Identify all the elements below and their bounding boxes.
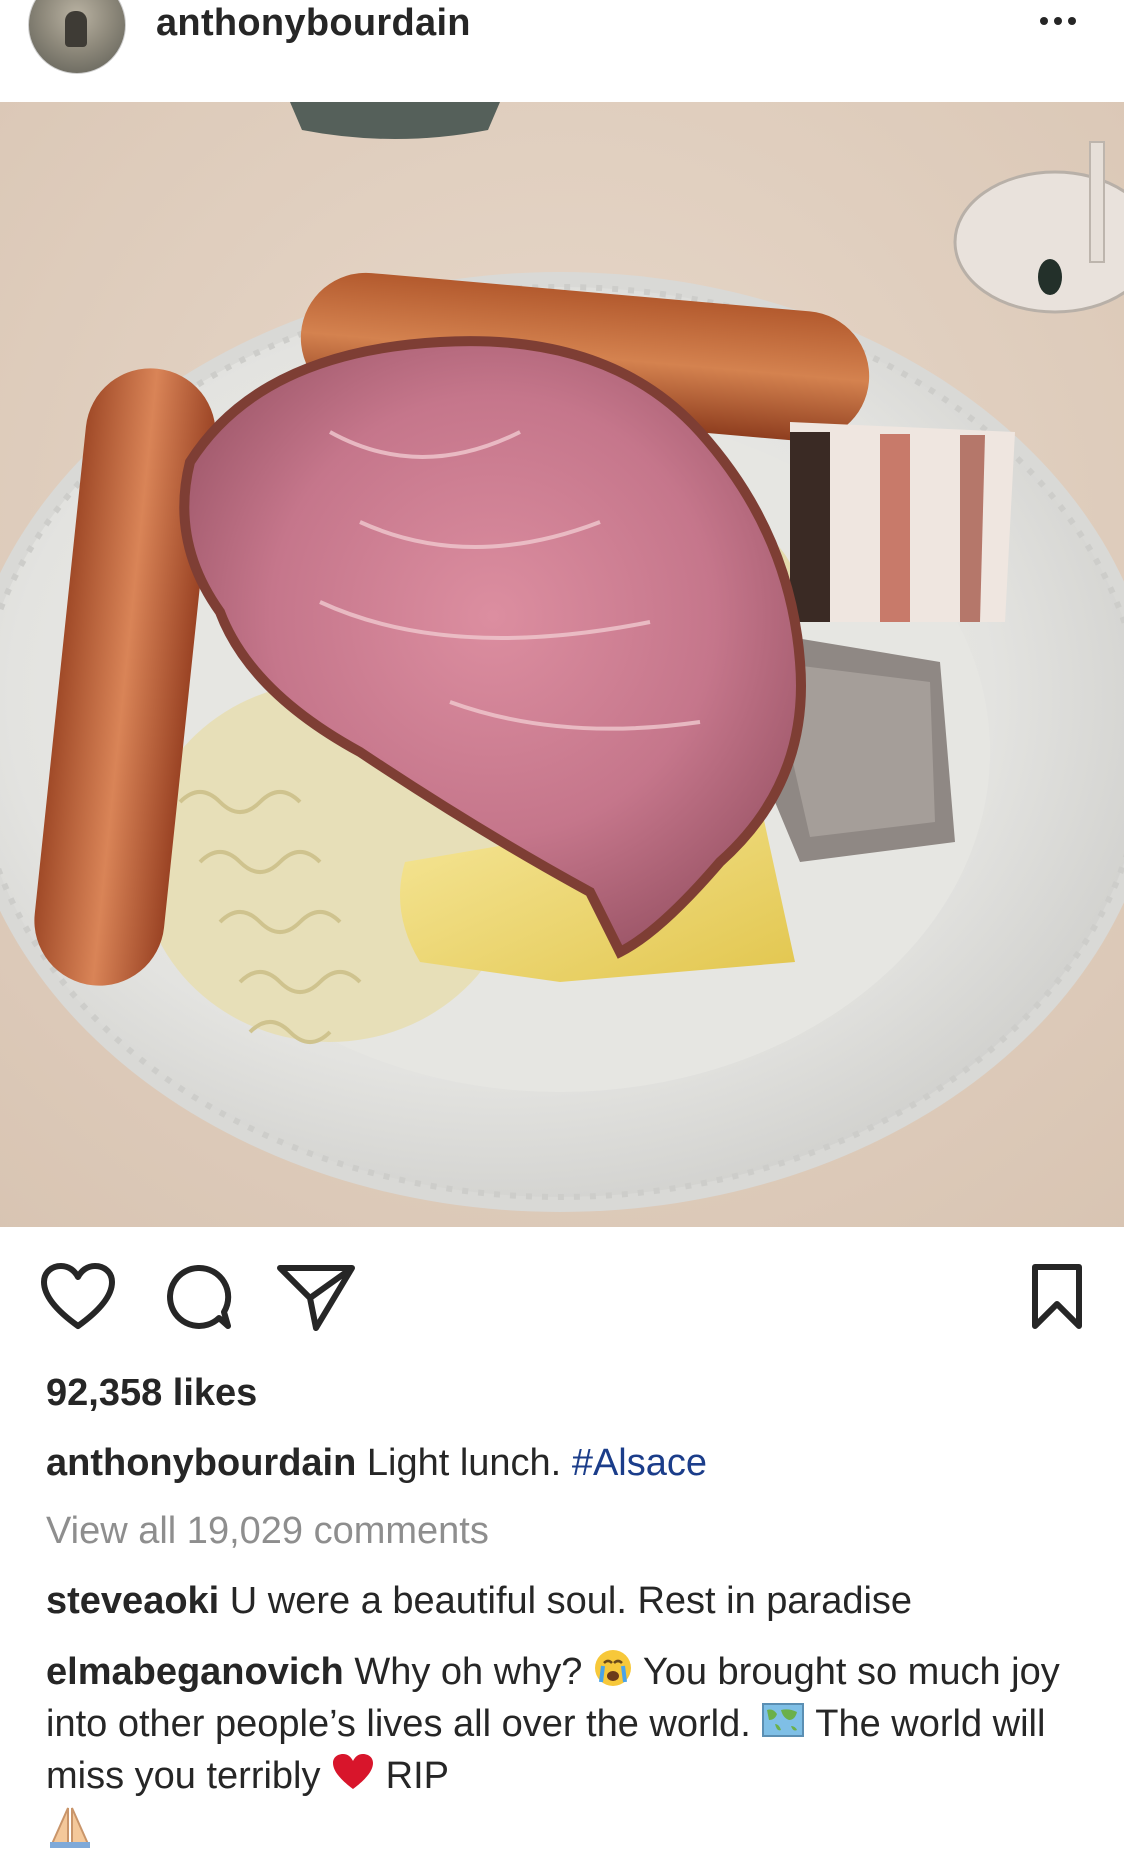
comment-text: RIP (385, 1755, 449, 1798)
comment-text: Why oh why? (354, 1651, 583, 1694)
view-all-comments-link[interactable]: View all 19,029 comments (46, 1510, 489, 1553)
post-caption: anthonybourdain Light lunch. #Alsace (46, 1442, 707, 1485)
comment-text: U were a beautiful soul. Rest in paradis… (229, 1580, 913, 1622)
action-bar (0, 1262, 1124, 1342)
send-icon[interactable] (276, 1262, 356, 1337)
comment-username[interactable]: steveaoki (46, 1580, 219, 1622)
more-options-icon[interactable] (1030, 6, 1086, 36)
folded-hands-icon (46, 1804, 94, 1860)
post-header: anthonybourdain (0, 0, 1124, 100)
caption-username[interactable]: anthonybourdain (46, 1442, 356, 1484)
red-heart-icon (331, 1752, 375, 1804)
post-photo[interactable] (0, 102, 1124, 1227)
heart-icon[interactable] (40, 1262, 116, 1337)
post-username[interactable]: anthonybourdain (156, 2, 471, 45)
comment: elmabeganovich Why oh why? You brought s… (46, 1648, 1086, 1860)
world-map-icon (761, 1700, 805, 1752)
likes-count[interactable]: 92,358 likes (46, 1372, 257, 1415)
crying-face-icon (593, 1648, 633, 1700)
comment-username[interactable]: elmabeganovich (46, 1651, 344, 1693)
hashtag-link[interactable]: #Alsace (572, 1442, 707, 1484)
caption-text: Light lunch. (366, 1442, 562, 1484)
avatar[interactable] (28, 0, 126, 74)
bookmark-icon[interactable] (1030, 1262, 1084, 1337)
comment-icon[interactable] (162, 1262, 234, 1337)
comment: steveaoki U were a beautiful soul. Rest … (46, 1580, 912, 1623)
